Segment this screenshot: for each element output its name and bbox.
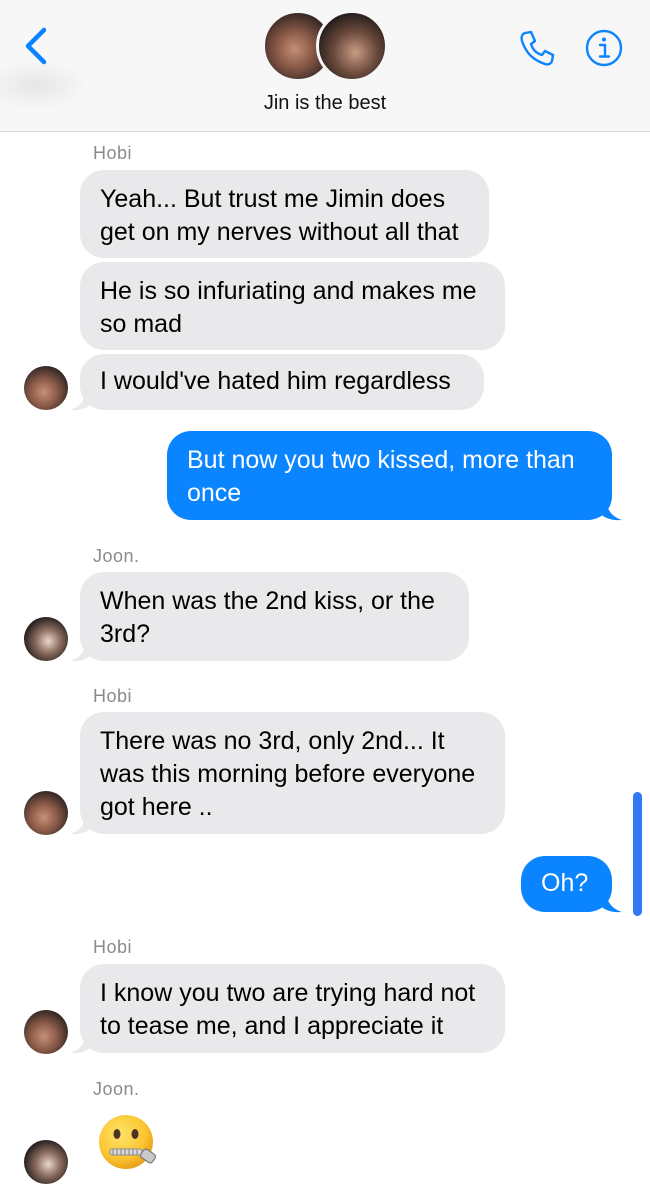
avatar[interactable] (24, 791, 68, 835)
incoming-message-bubble[interactable]: There was no 3rd, only 2nd... It was thi… (80, 712, 505, 834)
incoming-message-bubble[interactable]: He is so infuriating and makes me so mad (80, 262, 505, 350)
bubble-tail (598, 499, 622, 521)
phone-icon[interactable] (516, 28, 556, 68)
incoming-message-bubble[interactable]: I know you two are trying hard not to te… (80, 964, 505, 1053)
avatar[interactable] (24, 366, 68, 410)
conversation-title[interactable]: Jin is the best (0, 92, 650, 115)
avatar[interactable] (24, 1140, 68, 1184)
sender-label: Hobi (93, 143, 133, 163)
bubble-tail (70, 813, 94, 835)
zipper-mouth-face-emoji[interactable] (96, 1112, 160, 1176)
sender-label: Hobi (93, 686, 133, 706)
scrollbar-thumb[interactable] (633, 792, 642, 916)
info-icon[interactable] (584, 28, 624, 68)
sender-label: Joon. (93, 1079, 140, 1099)
bubble-tail (70, 640, 94, 662)
incoming-message-bubble[interactable]: When was the 2nd kiss, or the 3rd? (80, 572, 469, 661)
incoming-message-bubble[interactable]: I would've hated him regardless (80, 354, 484, 410)
bubble-tail (70, 1032, 94, 1054)
back-chevron-icon[interactable] (22, 26, 52, 66)
outgoing-message-bubble[interactable]: But now you two kissed, more than once (167, 431, 612, 520)
incoming-message-bubble[interactable]: Yeah... But trust me Jimin does get on m… (80, 170, 489, 258)
bubble-tail (70, 389, 94, 411)
avatar[interactable] (24, 617, 68, 661)
avatar[interactable] (24, 1010, 68, 1054)
member-avatar-2 (316, 10, 388, 82)
sender-label: Hobi (93, 937, 133, 957)
bubble-tail (598, 891, 622, 913)
group-avatar[interactable] (262, 6, 388, 82)
conversation-header: Jin is the best (0, 0, 650, 132)
sender-label: Joon. (93, 546, 140, 566)
